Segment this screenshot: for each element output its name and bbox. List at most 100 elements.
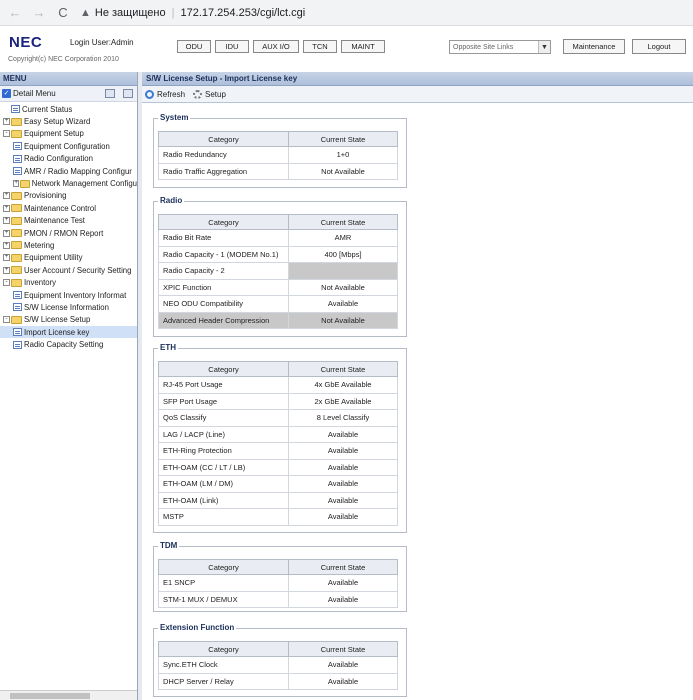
table-header-row: Category Current State [158, 641, 398, 657]
cell-category: E1 SNCP [158, 574, 289, 592]
section-legend: Radio [158, 196, 185, 205]
column-header-state: Current State [288, 361, 398, 377]
cell-category: Advanced Header Compression [158, 311, 289, 329]
menu-item[interactable]: + Maintenance Test [0, 215, 137, 227]
collapse-all-icon[interactable] [123, 89, 133, 98]
url-text: 172.17.254.253/cgi/lct.cgi [180, 6, 306, 19]
copyright: Copyright(c) NEC Corporation 2010 [8, 56, 119, 63]
expand-icon[interactable]: + [3, 204, 10, 212]
menu-item-label: Provisioning [24, 191, 67, 201]
forward-icon[interactable]: → [30, 4, 48, 22]
setup-button[interactable]: Setup [193, 89, 226, 99]
menu-item[interactable]: + User Account / Security Setting [0, 264, 137, 276]
menu-item[interactable]: + Equipment Utility [0, 252, 137, 264]
expand-icon[interactable]: + [3, 217, 10, 225]
page-title: S/W License Setup - Import License key [142, 72, 693, 86]
menu-item[interactable]: Current Status [0, 103, 137, 115]
opposite-site-select[interactable]: Opposite Site Links ▼ [449, 40, 551, 54]
license-table: Category Current State Sync.ETH Clock Avail… [158, 641, 398, 690]
maintenance-button[interactable]: Maintenance [563, 39, 625, 54]
menu-item[interactable]: + Maintenance Control [0, 202, 137, 214]
reload-icon[interactable]: C [54, 4, 72, 22]
menu-item[interactable]: Import License key [0, 326, 137, 339]
main-content: S/W License Setup - Import License key R… [142, 72, 693, 700]
table-row: Radio Bit Rate AMR [158, 229, 398, 247]
cell-category: NEO ODU Compatibility [158, 295, 289, 313]
page-icon [13, 154, 22, 163]
collapse-icon[interactable]: - [3, 316, 10, 324]
table-row: Advanced Header Compression Not Available [158, 311, 398, 329]
table-row: QoS Classify 8 Level Classify [158, 409, 398, 427]
collapse-icon[interactable]: - [3, 279, 10, 287]
folder-icon [11, 117, 22, 126]
menu-title: MENU [0, 72, 137, 86]
odu-button[interactable]: ODU [177, 40, 211, 53]
menu-item[interactable]: Radio Capacity Setting [0, 338, 137, 350]
menu-item[interactable]: AMR / Radio Mapping Configur [0, 165, 137, 177]
folder-icon [11, 241, 22, 250]
folder-icon [11, 266, 22, 275]
cell-category: MSTP [158, 508, 289, 526]
cell-state: Available [288, 672, 398, 690]
expand-icon[interactable]: + [13, 180, 20, 188]
menu-item[interactable]: - Inventory [0, 276, 137, 288]
menu-item[interactable]: + Easy Setup Wizard [0, 115, 137, 127]
tcn-button[interactable]: TCN [303, 40, 337, 53]
menu-item[interactable]: + Network Management Configu [0, 177, 137, 189]
sidebar-scrollbar[interactable] [0, 690, 137, 700]
gear-icon [193, 89, 203, 99]
folder-icon [20, 179, 30, 188]
address-bar[interactable]: ▲ Не защищено | 172.17.254.253/cgi/lct.c… [80, 3, 305, 23]
menu-item[interactable]: - S/W License Setup [0, 314, 137, 326]
page-icon [13, 167, 22, 176]
table-row: Radio Capacity - 1 (MODEM No.1) 400 [Mbps… [158, 245, 398, 263]
collapse-icon[interactable]: - [3, 130, 10, 138]
table-row: STM-1 MUX / DEMUX Available [158, 590, 398, 608]
menu-item-label: Equipment Inventory Informat [24, 290, 127, 300]
menu-item[interactable]: + Metering [0, 239, 137, 251]
cell-category: Sync.ETH Clock [158, 656, 289, 674]
detail-menu-checkbox[interactable]: ✓ [2, 89, 11, 98]
cell-state: Available [288, 491, 398, 509]
scrollbar-thumb[interactable] [10, 693, 90, 699]
sidebar: MENU ✓ Detail Menu Current Status + Easy S… [0, 72, 138, 700]
folder-icon [11, 204, 22, 213]
refresh-button[interactable]: Refresh [145, 89, 185, 99]
expand-icon[interactable]: + [3, 241, 10, 249]
folder-icon [11, 191, 22, 200]
section-legend: ETH [158, 343, 178, 352]
aux-io-button[interactable]: AUX I/O [253, 40, 299, 53]
expand-icon[interactable]: + [3, 254, 10, 262]
setup-label: Setup [205, 89, 226, 99]
cell-state: Available [288, 458, 398, 476]
menu-item-label: Import License key [24, 327, 90, 337]
back-icon[interactable]: ← [6, 4, 24, 22]
menu-item[interactable]: + Provisioning [0, 190, 137, 202]
license-table: Category Current State E1 SNCP Available STM… [158, 559, 398, 608]
section-radio: Radio Category Current State Radio Bit Rate… [153, 196, 407, 337]
table-row: LAG / LACP (Line) Available [158, 425, 398, 443]
expand-icon[interactable]: + [3, 192, 10, 200]
menu-item[interactable]: Equipment Configuration [0, 140, 137, 152]
column-header-state: Current State [288, 131, 398, 147]
expand-icon[interactable]: + [3, 229, 10, 237]
menu-item[interactable]: Equipment Inventory Informat [0, 289, 137, 301]
section-legend: TDM [158, 541, 180, 550]
cell-category: STM-1 MUX / DEMUX [158, 590, 289, 608]
maint-button[interactable]: MAINT [341, 40, 385, 53]
idu-button[interactable]: IDU [215, 40, 249, 53]
expand-icon[interactable]: + [3, 266, 10, 274]
menu-item[interactable]: - Equipment Setup [0, 128, 137, 140]
menu-item-label: PMON / RMON Report [24, 228, 104, 238]
expand-all-icon[interactable] [105, 89, 115, 98]
menu-item-label: Maintenance Test [24, 216, 85, 226]
security-label: Не защищено [94, 6, 166, 19]
page-icon [13, 340, 22, 349]
table-row: Radio Capacity - 2 [158, 262, 398, 280]
menu-item[interactable]: + PMON / RMON Report [0, 227, 137, 239]
page-icon [11, 105, 20, 114]
menu-item[interactable]: S/W License Information [0, 301, 137, 313]
expand-icon[interactable]: + [3, 118, 10, 126]
menu-item[interactable]: Radio Configuration [0, 153, 137, 165]
logout-button[interactable]: Logout [632, 39, 686, 54]
